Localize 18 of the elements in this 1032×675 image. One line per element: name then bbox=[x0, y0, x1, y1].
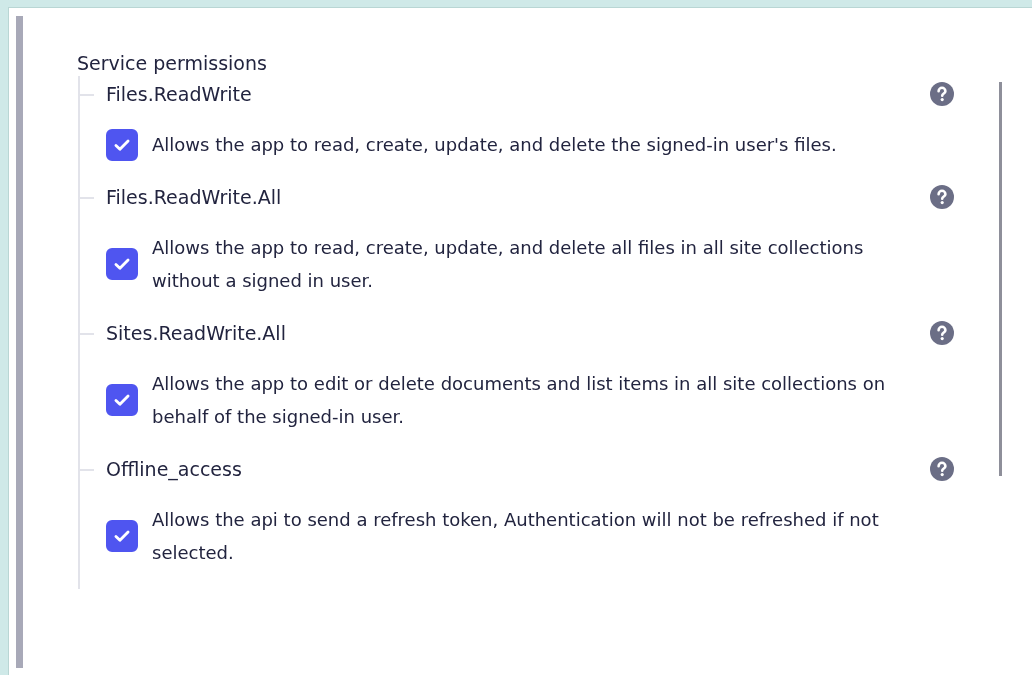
checkbox[interactable] bbox=[106, 384, 138, 416]
permission-description: Allows the app to read, create, update, and delete the signed-in user's files. bbox=[152, 133, 838, 157]
permission-description: Allows the api to send a refresh token, Authentication will not be refreshed if not selected. bbox=[152, 508, 880, 565]
help-icon[interactable] bbox=[930, 321, 954, 345]
section-title: Service permissions bbox=[77, 51, 268, 76]
help-icon[interactable] bbox=[930, 185, 954, 209]
permission-name: Sites.ReadWrite.All bbox=[106, 322, 286, 344]
permission-name: Offline_access bbox=[106, 458, 242, 480]
permission-description: Allows the app to edit or delete documents and list items in all site collections on behalf of the signed-in user. bbox=[152, 372, 887, 429]
permission-name: Files.ReadWrite.All bbox=[106, 186, 282, 208]
scrollbar[interactable] bbox=[999, 82, 1002, 476]
checkbox[interactable] bbox=[106, 128, 138, 161]
checkbox[interactable] bbox=[106, 248, 138, 280]
permission-name: Files.ReadWrite bbox=[106, 83, 252, 105]
help-icon[interactable] bbox=[930, 82, 954, 106]
permission-description: Allows the app to read, create, update, and delete all files in all site collections without a signed in user. bbox=[152, 236, 865, 293]
help-icon[interactable] bbox=[930, 457, 954, 481]
checkbox[interactable] bbox=[106, 520, 138, 552]
